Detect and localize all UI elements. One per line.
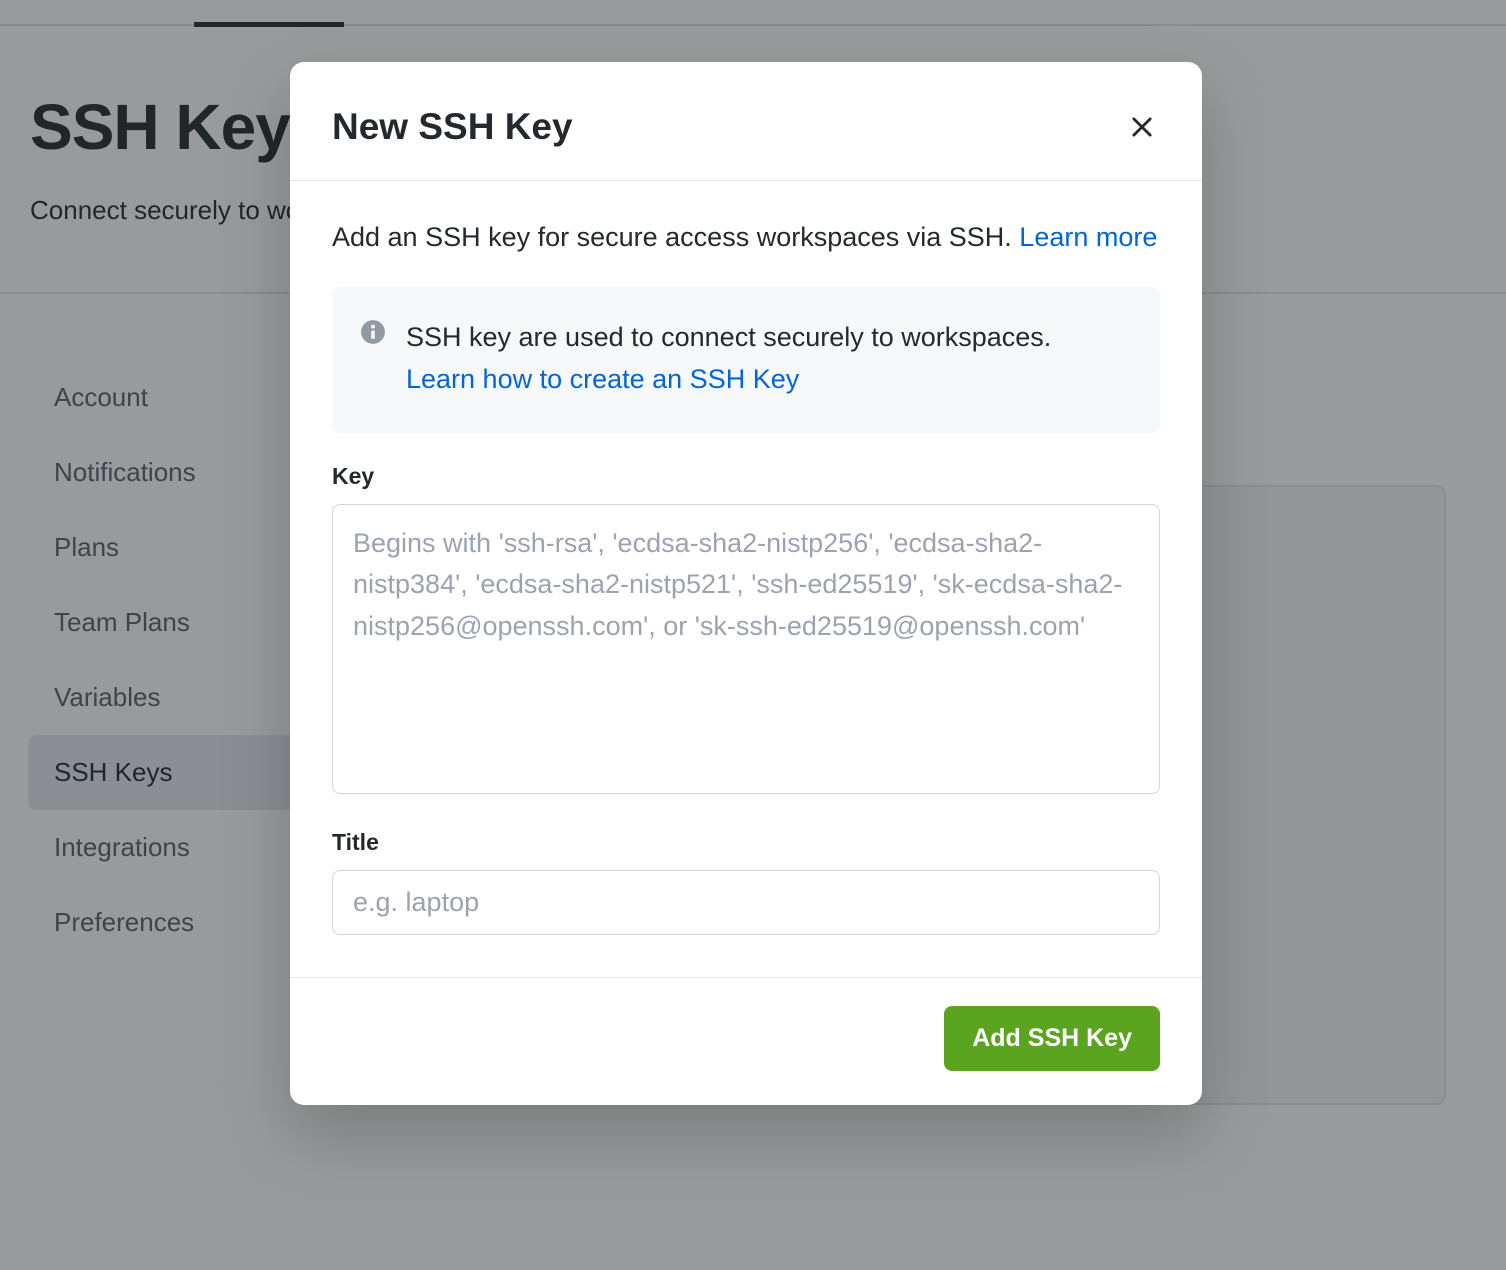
info-text-wrap: SSH key are used to connect securely to …: [406, 317, 1051, 401]
close-button[interactable]: [1124, 109, 1160, 145]
modal-title: New SSH Key: [332, 106, 573, 148]
info-text: SSH key are used to connect securely to …: [406, 322, 1051, 352]
learn-more-link[interactable]: Learn more: [1019, 222, 1157, 252]
modal-body: Add an SSH key for secure access workspa…: [290, 181, 1202, 978]
close-icon: [1128, 113, 1156, 141]
modal-footer: Add SSH Key: [290, 978, 1202, 1105]
learn-create-ssh-link[interactable]: Learn how to create an SSH Key: [406, 364, 799, 394]
modal-intro-text: Add an SSH key for secure access workspa…: [332, 222, 1019, 252]
title-field-label: Title: [332, 829, 1160, 856]
ssh-title-input[interactable]: [332, 870, 1160, 935]
modal-intro: Add an SSH key for secure access workspa…: [332, 217, 1160, 259]
new-ssh-key-modal: New SSH Key Add an SSH key for secure ac…: [290, 62, 1202, 1105]
info-box: SSH key are used to connect securely to …: [332, 287, 1160, 433]
key-field-label: Key: [332, 463, 1160, 490]
ssh-key-input[interactable]: [332, 504, 1160, 794]
info-icon: [360, 319, 386, 345]
add-ssh-key-button[interactable]: Add SSH Key: [944, 1006, 1160, 1071]
modal-header: New SSH Key: [290, 62, 1202, 181]
